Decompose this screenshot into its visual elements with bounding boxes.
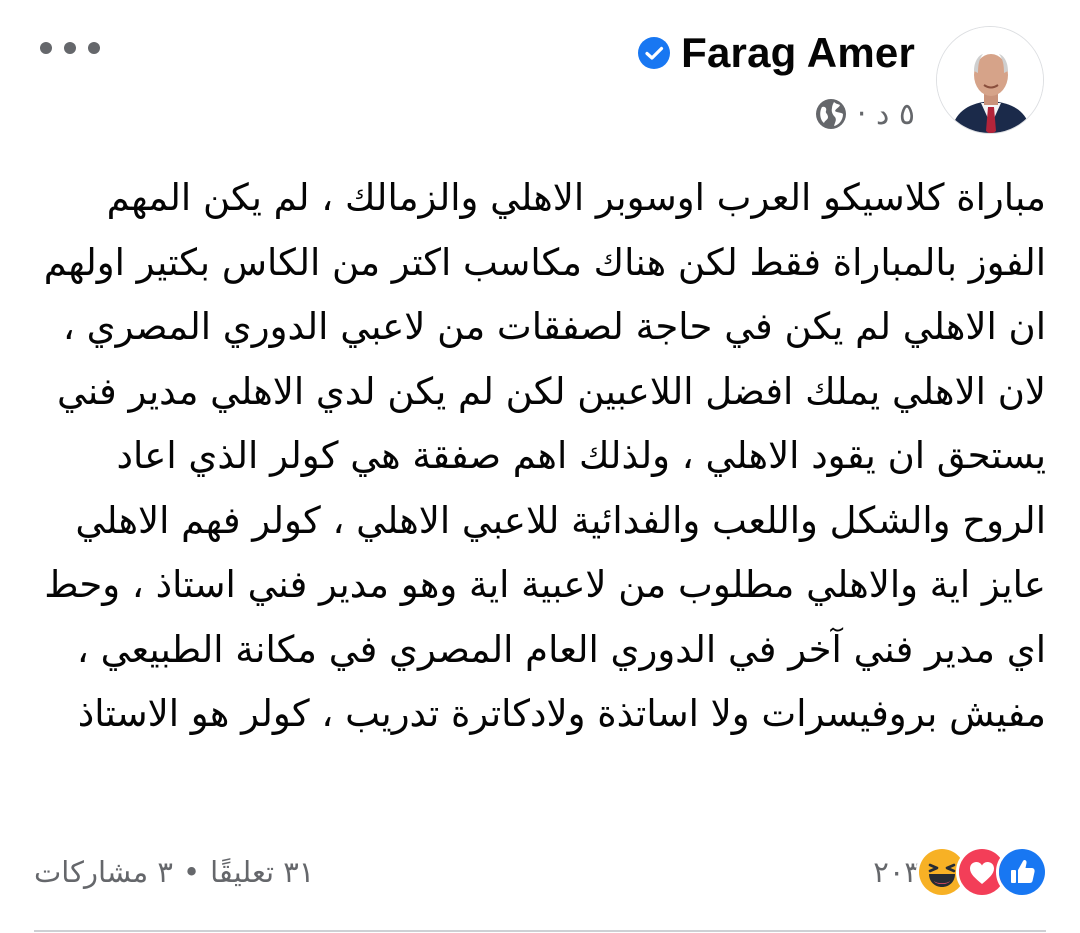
comments-count-link[interactable]: ٣١ تعليقًا <box>210 855 314 889</box>
author-header: Farag Amer <box>637 28 915 78</box>
verified-badge-icon <box>637 36 671 70</box>
facebook-post: Farag Amer ٥ د · مباراة كلاسيكو العرب او… <box>0 0 1080 933</box>
reaction-icons <box>916 846 1048 898</box>
shares-count-link[interactable]: ٣ مشاركات <box>34 855 173 889</box>
reaction-count: ٢٠٣ <box>873 855 920 889</box>
globe-icon[interactable] <box>815 98 847 130</box>
separator-dot: • <box>182 855 201 889</box>
more-options-dot <box>88 42 100 54</box>
post-timestamp-link[interactable]: ٥ د · <box>857 97 915 132</box>
reactions-summary[interactable]: ٢٠٣ <box>873 846 1048 898</box>
engagement-summary: ٣١ تعليقًا • ٣ مشاركات <box>34 848 314 896</box>
more-options-dot <box>40 42 52 54</box>
more-options-button[interactable] <box>40 30 100 66</box>
post-meta: ٥ د · <box>815 92 915 136</box>
author-avatar[interactable] <box>936 26 1044 134</box>
like-icon <box>996 846 1048 898</box>
more-options-dot <box>64 42 76 54</box>
post-text: مباراة كلاسيكو العرب اوسوبر الاهلي والزم… <box>43 176 1046 735</box>
footer-divider <box>34 930 1046 932</box>
author-name-link[interactable]: Farag Amer <box>681 29 915 77</box>
